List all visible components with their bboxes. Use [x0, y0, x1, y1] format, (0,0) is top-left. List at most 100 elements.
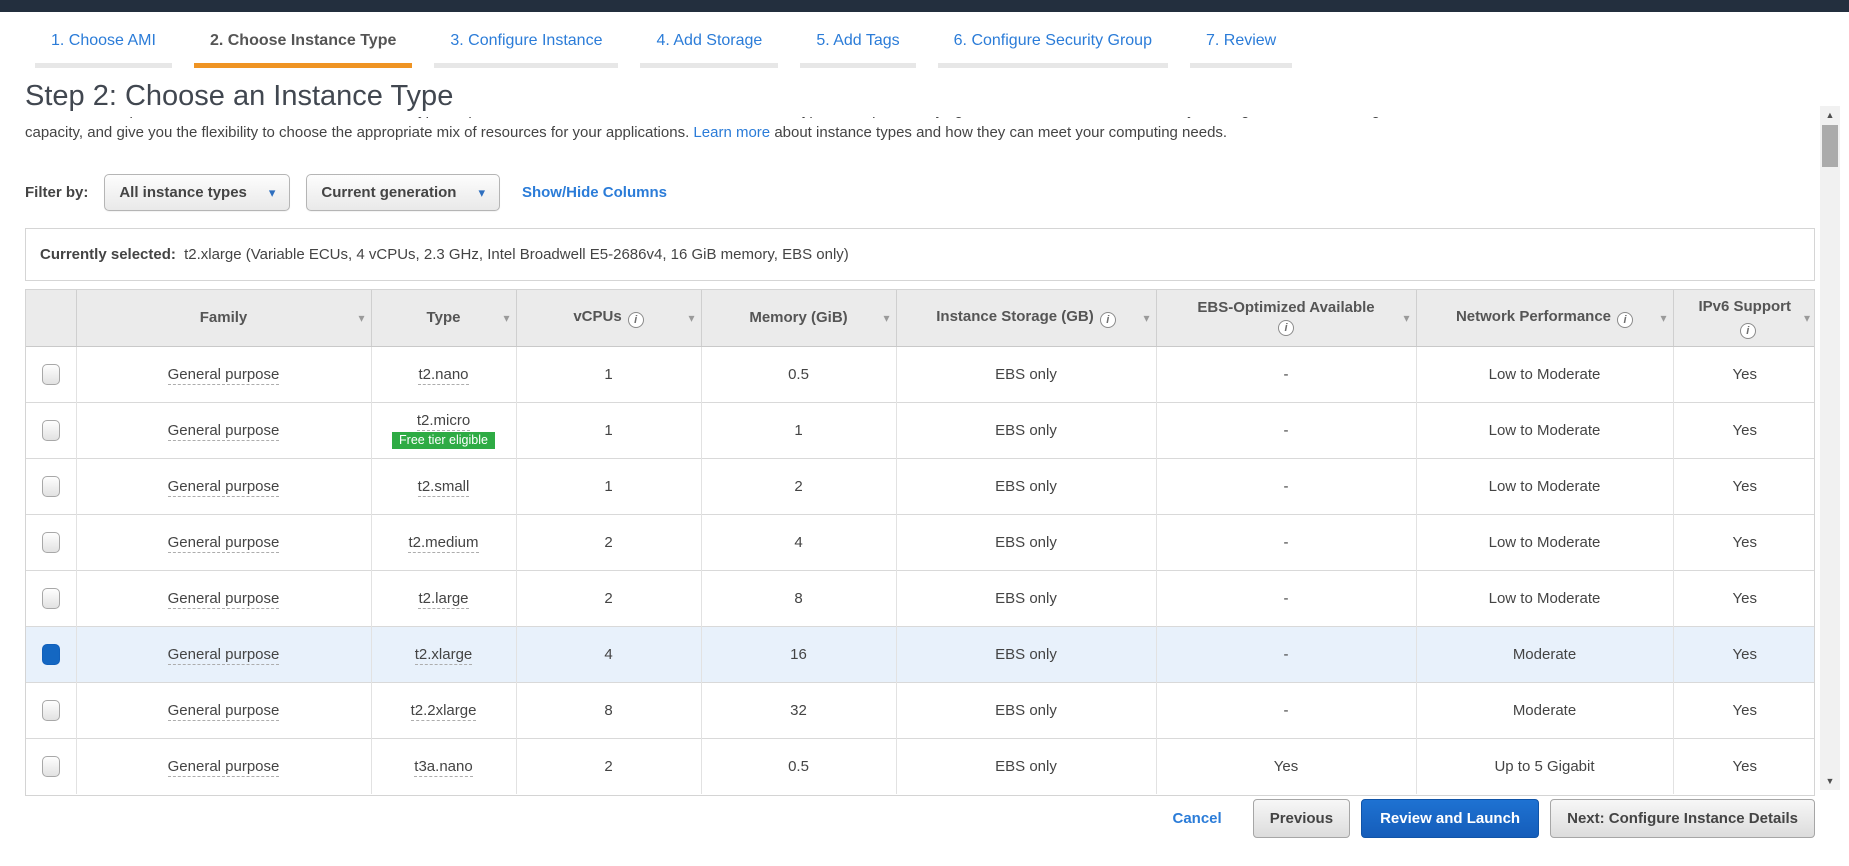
tab-step-5[interactable]: 5. Add Tags — [800, 26, 916, 68]
scrollbar-thumb[interactable] — [1822, 125, 1838, 167]
storage-cell: EBS only — [895, 457, 1156, 514]
network-performance-cell: Low to Moderate — [1415, 569, 1673, 626]
scroll-down-icon[interactable]: ▼ — [1820, 772, 1840, 790]
info-icon[interactable]: i — [1617, 311, 1634, 328]
table-row-t2.xlarge[interactable]: General purpose t2.xlarge 4 16 EBS only - Mode… — [26, 625, 1814, 682]
family-tooltip-link[interactable]: General purpose — [167, 757, 280, 777]
row-checkbox[interactable] — [41, 363, 60, 385]
info-icon[interactable]: i — [1099, 311, 1116, 328]
table-row-t2.nano[interactable]: General purpose t2.nano 1 0.5 EBS only - Low t… — [26, 345, 1814, 402]
table-row-t2.2xlarge[interactable]: General purpose t2.2xlarge 8 32 EBS only - Mod… — [26, 681, 1814, 738]
table-row-t2.large[interactable]: General purpose t2.large 2 8 EBS only - Low to… — [26, 569, 1814, 626]
filter-by-label: Filter by: — [25, 184, 89, 201]
tab-step-3[interactable]: 3. Configure Instance — [434, 26, 619, 68]
description-text-after: about instance types and how they can me… — [774, 124, 1228, 141]
row-checkbox[interactable] — [41, 419, 60, 441]
network-performance-cell: Low to Moderate — [1415, 345, 1673, 402]
storage-cell: EBS only — [895, 401, 1156, 458]
ipv6-support-cell: Yes — [1672, 625, 1814, 682]
type-tooltip-link[interactable]: t2.small — [417, 477, 470, 497]
family-tooltip-link[interactable]: General purpose — [167, 365, 280, 385]
type-tooltip-link[interactable]: t2.large — [418, 589, 469, 609]
currently-selected-bar: Currently selected: t2.xlarge (Variable … — [25, 228, 1815, 281]
type-tooltip-link[interactable]: t2.medium — [408, 533, 479, 553]
tab-step-2[interactable]: 2. Choose Instance Type — [193, 26, 413, 68]
sort-caret-icon[interactable]: ▾ — [688, 311, 694, 325]
select-cell — [26, 569, 76, 626]
memory-cell: 0.5 — [700, 345, 896, 402]
info-icon[interactable]: i — [1278, 320, 1294, 337]
info-icon[interactable]: i — [1739, 323, 1756, 340]
learn-more-link[interactable]: Learn more — [693, 124, 770, 141]
network-performance-cell: Low to Moderate — [1415, 457, 1673, 514]
type-tooltip-link[interactable]: t2.2xlarge — [410, 701, 477, 721]
table-row-t3a.nano[interactable]: General purpose t3a.nano 2 0.5 EBS only Yes Up… — [26, 737, 1814, 794]
sort-caret-icon[interactable]: ▾ — [1403, 311, 1409, 325]
sort-caret-icon[interactable]: ▾ — [1143, 311, 1149, 325]
type-tooltip-link[interactable]: t3a.nano — [414, 757, 473, 777]
table-row-t2.micro[interactable]: General purpose t2.micro Free tier eligibl… — [26, 401, 1814, 458]
page-scrollbar[interactable]: ▲ ▼ — [1820, 106, 1840, 790]
type-tooltip-link[interactable]: t2.xlarge — [414, 645, 473, 665]
cancel-link[interactable]: Cancel — [1172, 810, 1221, 827]
family-tooltip-link[interactable]: General purpose — [167, 589, 280, 609]
sort-caret-icon[interactable]: ▾ — [1660, 311, 1666, 325]
sort-caret-icon[interactable]: ▾ — [503, 311, 509, 325]
page-title: Step 2: Choose an Instance Type — [25, 68, 1815, 117]
family-tooltip-link[interactable]: General purpose — [167, 645, 280, 665]
next-configure-instance-button[interactable]: Next: Configure Instance Details — [1550, 799, 1815, 838]
sort-caret-icon[interactable]: ▾ — [358, 311, 364, 325]
review-and-launch-button[interactable]: Review and Launch — [1361, 799, 1540, 838]
ipv6-support-cell: Yes — [1672, 681, 1814, 738]
tab-step-7[interactable]: 7. Review — [1189, 26, 1293, 68]
page-head: Step 2: Choose an Instance Type Amazon E… — [25, 68, 1815, 144]
vcpus-cell: 1 — [515, 457, 701, 514]
tab-step-4[interactable]: 4. Add Storage — [640, 26, 779, 68]
ipv6-support-cell: Yes — [1672, 457, 1814, 514]
column-header-network-performance[interactable]: Network Performance i ▾ — [1415, 290, 1673, 347]
tab-step-6[interactable]: 6. Configure Security Group — [937, 26, 1168, 68]
column-header-ebs-optimized-available[interactable]: EBS-Optimized Available i ▾ — [1155, 290, 1416, 347]
column-header-family[interactable]: Family ▾ — [75, 290, 371, 347]
scroll-up-icon[interactable]: ▲ — [1820, 106, 1840, 124]
table-row-t2.medium[interactable]: General purpose t2.medium 2 4 EBS only - Low t… — [26, 513, 1814, 570]
family-tooltip-link[interactable]: General purpose — [167, 477, 280, 497]
type-tooltip-link[interactable]: t2.micro — [416, 411, 471, 431]
type-cell: t2.small — [370, 457, 516, 514]
column-header-ipv6-support[interactable]: IPv6 Support i ▾ — [1672, 290, 1814, 347]
description-text: capacity, and give you the flexibility t… — [25, 124, 690, 141]
row-checkbox[interactable] — [41, 755, 60, 777]
sort-caret-icon[interactable]: ▾ — [883, 311, 889, 325]
column-header-memory-gib-[interactable]: Memory (GiB) ▾ — [700, 290, 896, 347]
family-tooltip-link[interactable]: General purpose — [167, 421, 280, 441]
row-checkbox[interactable] — [41, 475, 60, 497]
storage-cell: EBS only — [895, 737, 1156, 794]
previous-button[interactable]: Previous — [1252, 799, 1351, 838]
type-tooltip-link[interactable]: t2.nano — [418, 365, 469, 385]
table-row-t2.small[interactable]: General purpose t2.small 1 2 EBS only - Low to… — [26, 457, 1814, 514]
row-checkbox[interactable] — [41, 531, 60, 553]
row-checkbox[interactable] — [41, 643, 60, 665]
tab-step-1[interactable]: 1. Choose AMI — [35, 26, 172, 68]
row-checkbox[interactable] — [41, 587, 60, 609]
header-select-column — [26, 290, 76, 347]
family-tooltip-link[interactable]: General purpose — [167, 701, 280, 721]
family-tooltip-link[interactable]: General purpose — [167, 533, 280, 553]
ipv6-support-cell: Yes — [1672, 737, 1814, 794]
sort-caret-icon[interactable]: ▾ — [1804, 311, 1810, 325]
select-cell — [26, 681, 76, 738]
generation-filter-dropdown[interactable]: Current generation ▾ — [306, 174, 500, 211]
column-header-vcpus[interactable]: vCPUs i ▾ — [515, 290, 701, 347]
instance-family-filter-dropdown[interactable]: All instance types ▾ — [104, 174, 291, 211]
dropdown-selected-value: All instance types — [119, 184, 247, 201]
row-checkbox[interactable] — [41, 699, 60, 721]
info-icon[interactable]: i — [627, 311, 644, 328]
select-cell — [26, 457, 76, 514]
type-cell: t2.2xlarge — [370, 681, 516, 738]
column-header-type[interactable]: Type ▾ — [370, 290, 516, 347]
column-header-instance-storage-gb-[interactable]: Instance Storage (GB) i ▾ — [895, 290, 1156, 347]
storage-cell: EBS only — [895, 569, 1156, 626]
memory-cell: 1 — [700, 401, 896, 458]
select-cell — [26, 513, 76, 570]
show-hide-columns-link[interactable]: Show/Hide Columns — [522, 184, 667, 201]
